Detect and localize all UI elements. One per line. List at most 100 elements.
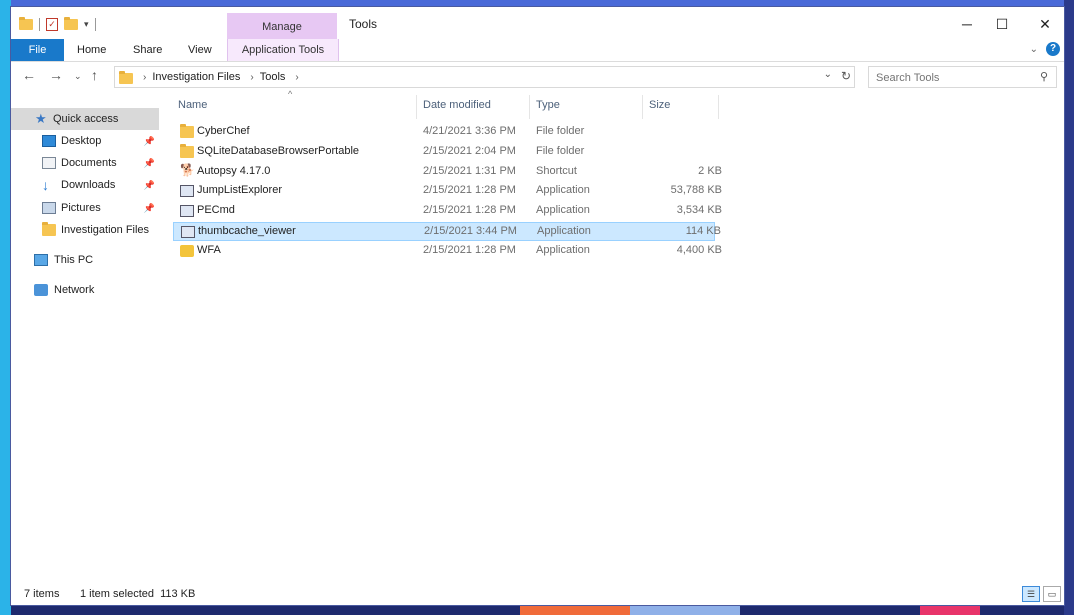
tab-application-tools[interactable]: Application Tools bbox=[227, 39, 339, 61]
close-button[interactable]: ✕ bbox=[1022, 13, 1068, 35]
column-divider[interactable] bbox=[642, 95, 643, 119]
computer-icon bbox=[34, 254, 48, 266]
refresh-icon[interactable]: ↻ bbox=[841, 69, 851, 83]
nav-quick-access[interactable]: ★ Quick access bbox=[11, 108, 159, 130]
chevron-right-icon[interactable]: › bbox=[250, 72, 253, 83]
nav-label: This PC bbox=[54, 254, 94, 266]
wfa-icon bbox=[180, 245, 194, 257]
help-icon[interactable]: ? bbox=[1046, 42, 1060, 56]
pin-icon: 📌 bbox=[143, 136, 155, 146]
quick-access-toolbar: ✓ ▾ bbox=[19, 15, 96, 33]
tab-home[interactable]: Home bbox=[77, 39, 106, 61]
nav-network[interactable]: Network bbox=[11, 279, 159, 301]
desktop-background-stripe bbox=[0, 0, 11, 615]
tab-share[interactable]: Share bbox=[133, 39, 162, 61]
new-folder-icon[interactable] bbox=[64, 16, 78, 30]
address-dropdown-icon[interactable]: ⌄ bbox=[824, 69, 832, 80]
file-row[interactable]: SQLiteDatabaseBrowserPortable 2/15/2021 … bbox=[173, 143, 715, 162]
file-size: 2 KB bbox=[698, 165, 722, 177]
item-count: 7 items bbox=[24, 588, 60, 600]
file-type: Application bbox=[536, 204, 590, 216]
file-name: CyberChef bbox=[197, 125, 250, 137]
nav-documents[interactable]: Documents 📌 bbox=[11, 152, 159, 174]
file-date: 2/15/2021 3:44 PM bbox=[424, 225, 517, 237]
nav-this-pc[interactable]: This PC bbox=[11, 249, 159, 271]
folder-icon bbox=[19, 16, 33, 30]
column-header-name[interactable]: Name bbox=[178, 95, 207, 115]
title-bar: ✓ ▾ Manage Tools ─ ☐ ✕ bbox=[11, 7, 1064, 39]
column-header-size[interactable]: Size bbox=[649, 95, 670, 115]
folder-icon bbox=[180, 124, 194, 138]
nav-label: Quick access bbox=[53, 113, 119, 125]
column-divider[interactable] bbox=[416, 95, 417, 119]
documents-icon bbox=[42, 157, 56, 169]
file-type: Application bbox=[536, 244, 590, 256]
sort-ascending-icon: ^ bbox=[288, 89, 293, 99]
file-row-selected[interactable]: thumbcache_viewer 2/15/2021 3:44 PM Appl… bbox=[173, 222, 721, 241]
details-view-icon[interactable]: ☰ bbox=[1022, 586, 1040, 602]
up-arrow-icon[interactable]: ↑ bbox=[91, 67, 98, 83]
file-date: 2/15/2021 1:28 PM bbox=[423, 184, 516, 196]
tab-view[interactable]: View bbox=[188, 39, 212, 61]
file-date: 2/15/2021 1:28 PM bbox=[423, 204, 516, 216]
address-bar[interactable]: › Investigation Files › Tools › ⌄ ↻ bbox=[114, 66, 855, 88]
application-icon bbox=[180, 185, 194, 197]
nav-downloads[interactable]: ↓ Downloads 📌 bbox=[11, 174, 159, 196]
file-type: Application bbox=[536, 184, 590, 196]
folder-icon bbox=[42, 222, 56, 236]
chevron-right-icon[interactable]: › bbox=[143, 72, 146, 83]
column-divider[interactable] bbox=[529, 95, 530, 119]
search-icon[interactable]: ⚲ bbox=[1040, 70, 1048, 83]
large-icons-view-icon[interactable]: ▭ bbox=[1043, 586, 1061, 602]
file-row[interactable]: PECmd 2/15/2021 1:28 PM Application 3,53… bbox=[173, 202, 722, 221]
file-type: Application bbox=[537, 225, 591, 237]
file-size: 114 KB bbox=[685, 225, 721, 237]
file-row[interactable]: 🐕 Autopsy 4.17.0 2/15/2021 1:31 PM Short… bbox=[173, 163, 722, 182]
back-arrow-icon[interactable]: ← bbox=[22, 67, 36, 83]
chevron-right-icon[interactable]: › bbox=[295, 72, 298, 83]
application-icon bbox=[180, 205, 194, 217]
nav-label: Documents bbox=[61, 157, 117, 169]
desktop-background-stripe bbox=[520, 605, 630, 615]
file-name: JumpListExplorer bbox=[197, 184, 282, 196]
search-box[interactable]: ⚲ bbox=[868, 66, 1057, 88]
file-row[interactable]: CyberChef 4/21/2021 3:36 PM File folder bbox=[173, 123, 715, 142]
application-icon bbox=[181, 226, 195, 238]
file-row[interactable]: JumpListExplorer 2/15/2021 1:28 PM Appli… bbox=[173, 182, 722, 201]
maximize-button[interactable]: ☐ bbox=[979, 13, 1025, 35]
nav-pictures[interactable]: Pictures 📌 bbox=[11, 197, 159, 219]
breadcrumb-investigation-files[interactable]: Investigation Files bbox=[152, 71, 240, 83]
recent-locations-icon[interactable]: ⌄ bbox=[74, 71, 82, 82]
folder-icon bbox=[119, 70, 133, 84]
file-name: SQLiteDatabaseBrowserPortable bbox=[197, 145, 360, 157]
nav-desktop[interactable]: Desktop 📌 bbox=[11, 130, 159, 152]
desktop-background-stripe bbox=[0, 0, 1074, 7]
file-name: thumbcache_viewer bbox=[198, 225, 296, 237]
network-icon bbox=[34, 284, 48, 296]
toolbar-separator bbox=[39, 17, 40, 31]
navigation-bar: ← → ⌄ ↑ › Investigation Files › Tools › … bbox=[11, 63, 1064, 91]
properties-icon[interactable]: ✓ bbox=[46, 17, 58, 31]
folder-icon bbox=[180, 144, 194, 158]
pin-icon: 📌 bbox=[143, 158, 155, 168]
nav-investigation-files[interactable]: Investigation Files bbox=[11, 219, 159, 241]
search-input[interactable] bbox=[874, 68, 1028, 88]
ribbon-controls: ⌄ ? bbox=[1030, 42, 1060, 56]
column-header-date[interactable]: Date modified bbox=[423, 95, 491, 115]
column-headers: ^ Name Date modified Type Size bbox=[172, 89, 722, 119]
forward-arrow-icon[interactable]: → bbox=[49, 67, 63, 83]
desktop-background-stripe bbox=[920, 605, 980, 615]
navigation-pane: ★ Quick access Desktop 📌 Documents 📌 ↓ D… bbox=[11, 105, 159, 565]
customize-toolbar-icon[interactable]: ▾ bbox=[84, 19, 89, 30]
breadcrumb-tools[interactable]: Tools bbox=[260, 71, 286, 83]
column-divider[interactable] bbox=[718, 95, 719, 119]
file-explorer-window: ✓ ▾ Manage Tools ─ ☐ ✕ File Home Share V… bbox=[11, 7, 1064, 605]
tab-file[interactable]: File bbox=[11, 39, 64, 61]
nav-label: Desktop bbox=[61, 135, 102, 147]
file-type: File folder bbox=[536, 125, 585, 137]
file-row[interactable]: WFA 2/15/2021 1:28 PM Application 4,400 … bbox=[173, 242, 722, 261]
column-header-type[interactable]: Type bbox=[536, 95, 560, 115]
desktop-background-stripe bbox=[1064, 0, 1074, 615]
file-date: 2/15/2021 1:31 PM bbox=[423, 165, 516, 177]
expand-ribbon-icon[interactable]: ⌄ bbox=[1030, 44, 1038, 55]
